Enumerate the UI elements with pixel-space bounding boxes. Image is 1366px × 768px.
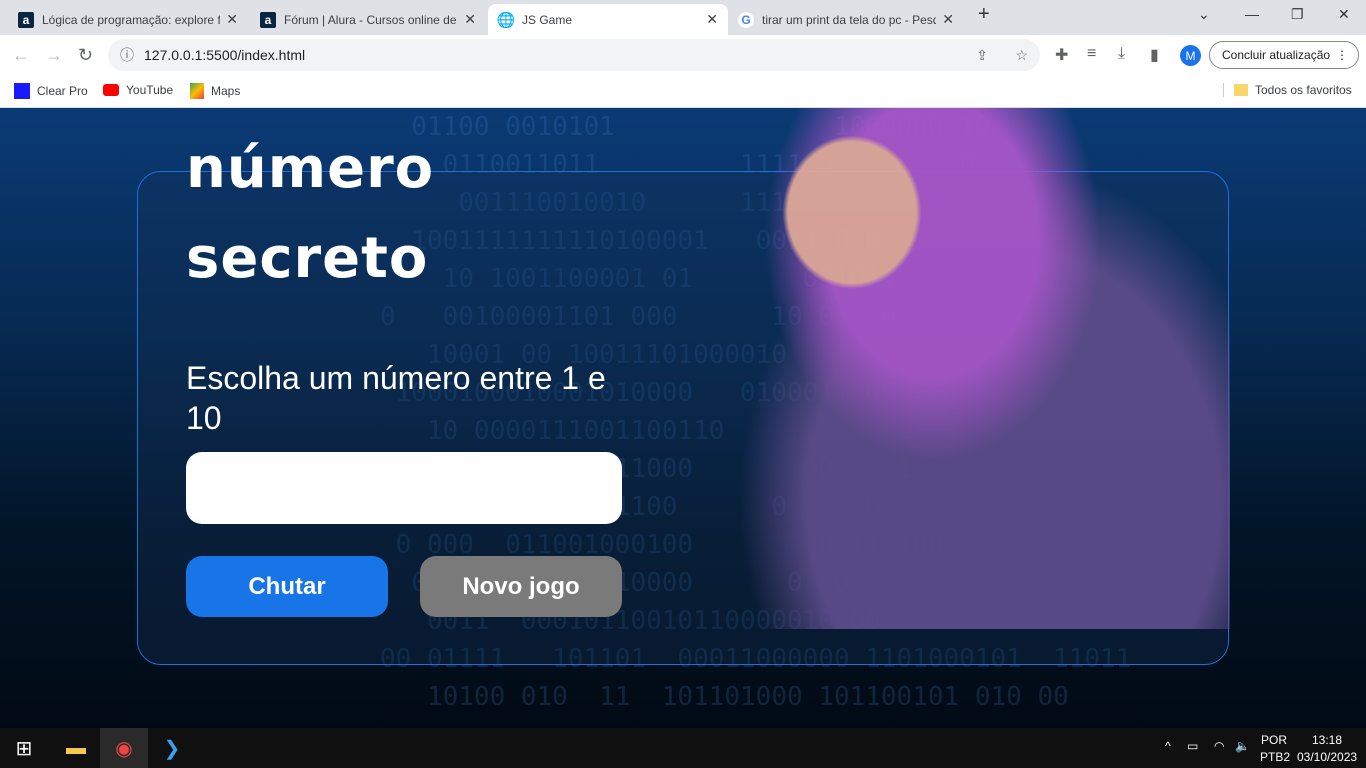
tab-forum[interactable]: a Fórum | Alura - Cursos online de ✕	[250, 4, 486, 35]
taskbar: ⊞ ▬ ◉ ❯ ^ ▭ ◠ 🔈 POR PTB2 13:18 03/10/202…	[0, 728, 1366, 768]
bookmark-clear-pro[interactable]: Clear Pro	[14, 83, 88, 99]
alura-icon: a	[18, 11, 34, 28]
tab-search-icon[interactable]: ⌄	[1198, 6, 1210, 23]
star-icon[interactable]: ☆	[1015, 47, 1028, 64]
tab-js-game[interactable]: 🌐 JS Game ✕	[488, 4, 728, 35]
guess-input[interactable]	[186, 452, 622, 524]
new-game-button[interactable]: Novo jogo	[420, 556, 622, 617]
avatar[interactable]: M	[1180, 45, 1201, 66]
update-button[interactable]: Concluir atualização ⋮	[1209, 41, 1359, 69]
bookmarks-bar: Clear Pro YouTube Maps Todos os favorito…	[0, 75, 1366, 108]
volume-icon[interactable]: 🔈	[1235, 739, 1250, 753]
reload-button[interactable]: ↻	[78, 45, 93, 66]
folder-icon	[1234, 84, 1248, 96]
vscode-icon[interactable]: ❯	[148, 728, 196, 768]
extensions-icon[interactable]: ✚	[1055, 45, 1068, 65]
battery-icon[interactable]: ▭	[1187, 739, 1198, 753]
game-page: 01100 0010101 1000000 10 0110011011 1111…	[0, 108, 1366, 728]
close-icon[interactable]: ✕	[706, 11, 718, 28]
clock-time[interactable]: 13:18	[1312, 733, 1342, 747]
toolbar: ← → ↻ ⓘ 127.0.0.1:5500/index.html ⇪ ☆ ✚ ≡…	[0, 35, 1366, 75]
bookmark-maps[interactable]: Maps	[190, 83, 240, 99]
keyboard-layout[interactable]: PTB2	[1260, 750, 1290, 764]
globe-icon: 🌐	[496, 11, 516, 29]
back-button[interactable]: ←	[12, 45, 30, 66]
minimize-button[interactable]: —	[1245, 6, 1259, 22]
menu-icon[interactable]: ⋮	[1336, 48, 1348, 62]
share-icon[interactable]: ⇪	[976, 47, 988, 64]
wifi-icon[interactable]: ◠	[1214, 739, 1224, 753]
tray-chevron-icon[interactable]: ^	[1165, 739, 1171, 753]
download-icon[interactable]: ⤓	[1118, 45, 1125, 63]
title-line-1: número	[186, 136, 435, 201]
guess-button[interactable]: Chutar	[186, 556, 388, 617]
google-icon: G	[738, 11, 754, 28]
tab-google[interactable]: Gtirar um print da tela do pc - Pesq ✕	[728, 4, 964, 35]
file-explorer-icon[interactable]: ▬	[52, 728, 100, 768]
chrome-icon[interactable]: ◉	[100, 728, 148, 768]
close-icon[interactable]: ✕	[942, 11, 954, 28]
close-icon[interactable]: ✕	[226, 11, 238, 28]
windows-start-icon[interactable]: ⊞	[0, 728, 48, 768]
alura-icon: a	[260, 11, 276, 28]
new-tab-button[interactable]: +	[978, 3, 990, 26]
close-window-button[interactable]: ✕	[1338, 6, 1350, 23]
close-icon[interactable]: ✕	[464, 11, 476, 28]
clock-date[interactable]: 03/10/2023	[1297, 750, 1357, 764]
title-line-2: secreto	[186, 226, 429, 291]
tab-strip: a Lógica de programação: explore f ✕ a Fóru…	[0, 0, 1366, 35]
tab-logica[interactable]: a Lógica de programação: explore f ✕	[8, 4, 248, 35]
media-icon[interactable]: ≡	[1087, 45, 1096, 63]
bookmark-youtube[interactable]: YouTube	[103, 83, 173, 97]
prompt-text: Escolha um número entre 1 e 10	[186, 360, 606, 436]
address-bar[interactable]: ⓘ 127.0.0.1:5500/index.html ⇪ ☆	[108, 39, 1040, 71]
forward-button[interactable]: →	[45, 45, 63, 66]
maximize-button[interactable]: ❐	[1291, 6, 1304, 23]
youtube-icon	[103, 84, 119, 96]
clear-pro-icon	[14, 83, 30, 99]
language[interactable]: POR	[1261, 733, 1287, 747]
hero-illustration	[690, 108, 1230, 629]
info-icon: ⓘ	[120, 47, 134, 63]
sidepanel-icon[interactable]: ▮	[1150, 45, 1159, 65]
maps-icon	[190, 83, 204, 99]
all-bookmarks[interactable]: Todos os favoritos	[1223, 83, 1352, 97]
